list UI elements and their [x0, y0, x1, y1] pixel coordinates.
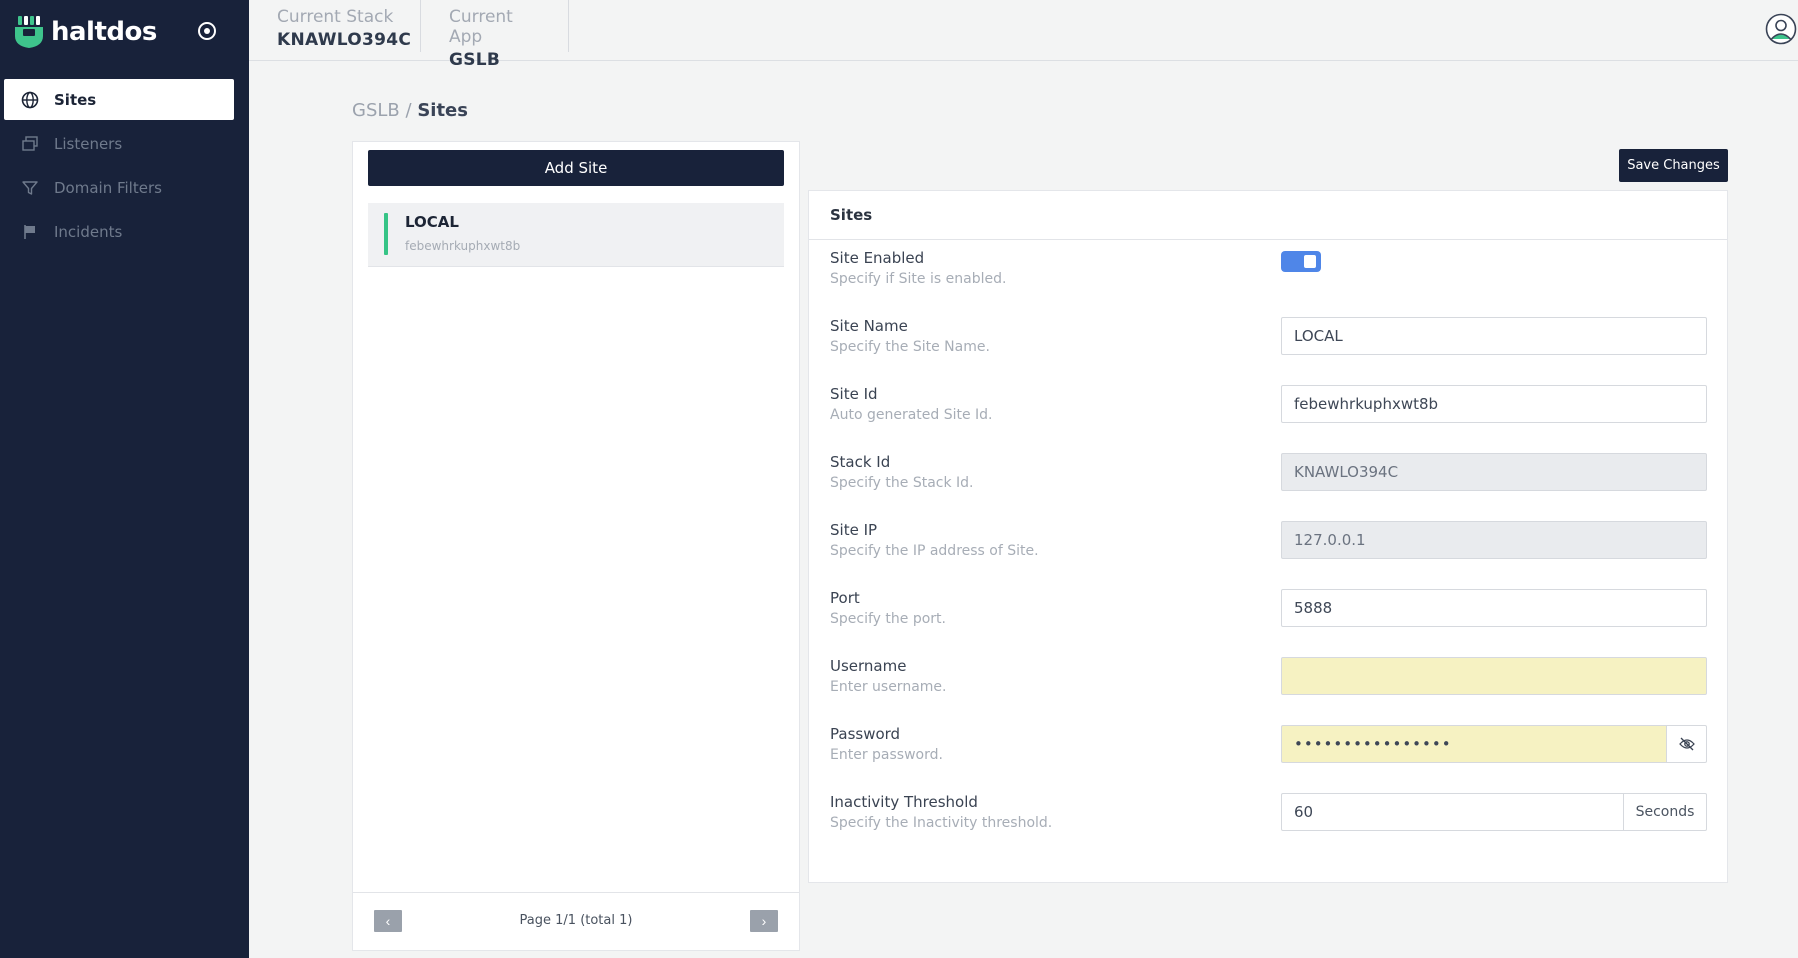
site-list-item-name: LOCAL [405, 213, 459, 231]
site-ip-row: Site IP Specify the IP address of Site. [809, 521, 1727, 581]
sidebar-item-label: Domain Filters [54, 178, 162, 197]
sidebar-item-incidents[interactable]: Incidents [4, 211, 234, 252]
port-input[interactable] [1281, 589, 1707, 627]
current-stack-label: Current Stack [277, 7, 394, 27]
current-app-value: GSLB [449, 50, 501, 70]
current-stack[interactable]: Current Stack KNAWLO394C [249, 0, 421, 52]
site-name-label: Site Name [830, 317, 908, 335]
site-name-help: Specify the Site Name. [830, 339, 990, 355]
toggle-knob [1304, 255, 1316, 268]
port-row: Port Specify the port. [809, 589, 1727, 649]
site-id-label: Site Id [830, 385, 878, 403]
toggle-password-visibility-button[interactable] [1666, 725, 1707, 763]
username-input[interactable] [1281, 657, 1707, 695]
form-title: Sites [809, 191, 1727, 240]
inactivity-threshold-input[interactable] [1281, 793, 1624, 831]
stack-id-input [1281, 453, 1707, 491]
port-label: Port [830, 589, 860, 607]
password-input[interactable] [1281, 725, 1667, 763]
password-label: Password [830, 725, 901, 743]
site-enabled-toggle[interactable] [1281, 251, 1321, 272]
password-row: Password Enter password. [809, 725, 1727, 785]
stack-id-help: Specify the Stack Id. [830, 475, 974, 491]
filter-icon [20, 178, 40, 198]
inactivity-unit-addon: Seconds [1624, 793, 1707, 831]
brand-logo[interactable]: haltdos [14, 14, 157, 50]
topbar: Current Stack KNAWLO394C Current App GSL… [249, 0, 1798, 70]
site-id-row: Site Id Auto generated Site Id. [809, 385, 1727, 445]
site-ip-input [1281, 521, 1707, 559]
stack-id-row: Stack Id Specify the Stack Id. [809, 453, 1727, 513]
globe-icon [20, 90, 40, 110]
username-label: Username [830, 657, 907, 675]
username-row: Username Enter username. [809, 657, 1727, 717]
site-id-input[interactable] [1281, 385, 1707, 423]
user-avatar-icon[interactable] [1765, 13, 1797, 45]
site-list-item-id: febewhrkuphxwt8b [405, 239, 521, 253]
breadcrumb-parent[interactable]: GSLB [352, 100, 400, 121]
site-status-indicator [384, 213, 388, 255]
inactivity-threshold-help: Specify the Inactivity threshold. [830, 815, 1053, 831]
site-enabled-row: Site Enabled Specify if Site is enabled. [809, 249, 1727, 309]
sidebar-item-domain-filters[interactable]: Domain Filters [4, 167, 234, 208]
port-help: Specify the port. [830, 611, 946, 627]
inactivity-threshold-row: Inactivity Threshold Specify the Inactiv… [809, 793, 1727, 853]
username-help: Enter username. [830, 679, 947, 695]
site-enabled-label: Site Enabled [830, 249, 925, 267]
site-name-row: Site Name Specify the Site Name. [809, 317, 1727, 377]
windows-icon [20, 134, 40, 154]
current-app-label: Current App [449, 7, 513, 47]
stack-id-label: Stack Id [830, 453, 891, 471]
password-help: Enter password. [830, 747, 943, 763]
current-stack-value: KNAWLO394C [277, 30, 412, 50]
next-page-button[interactable]: › [750, 910, 778, 932]
current-app[interactable]: Current App GSLB [421, 0, 569, 70]
site-ip-label: Site IP [830, 521, 878, 539]
pagination: ‹ Page 1/1 (total 1) › [353, 892, 799, 950]
flag-icon [20, 222, 40, 242]
sidebar-item-label: Incidents [54, 222, 123, 241]
brand-name: haltdos [51, 17, 157, 47]
sidebar: haltdos Sites Listeners Domain Filters I… [0, 0, 249, 958]
sidebar-item-label: Listeners [54, 134, 123, 153]
sidebar-nav: Sites Listeners Domain Filters Incidents [4, 79, 234, 255]
eye-slash-icon [1678, 737, 1695, 751]
site-form-panel: Sites Site Enabled Specify if Site is en… [808, 190, 1728, 883]
site-list-panel: Add Site LOCAL febewhrkuphxwt8b ‹ Page 1… [352, 141, 800, 951]
sidebar-item-label: Sites [54, 90, 97, 109]
pagination-text: Page 1/1 (total 1) [519, 913, 633, 928]
haltdos-logo-icon [15, 16, 43, 48]
site-enabled-help: Specify if Site is enabled. [830, 271, 1007, 287]
breadcrumb-current: Sites [417, 100, 468, 121]
target-icon[interactable] [196, 20, 218, 42]
site-id-help: Auto generated Site Id. [830, 407, 993, 423]
sidebar-item-listeners[interactable]: Listeners [4, 123, 234, 164]
site-ip-help: Specify the IP address of Site. [830, 543, 1039, 559]
site-list-item[interactable]: LOCAL febewhrkuphxwt8b [368, 203, 784, 267]
inactivity-threshold-label: Inactivity Threshold [830, 793, 978, 811]
sidebar-item-sites[interactable]: Sites [4, 79, 234, 120]
breadcrumb: GSLB / Sites [352, 100, 468, 121]
site-name-input[interactable] [1281, 317, 1707, 355]
add-site-button[interactable]: Add Site [368, 150, 784, 186]
breadcrumb-separator: / [405, 100, 412, 121]
save-changes-button[interactable]: Save Changes [1619, 149, 1728, 182]
